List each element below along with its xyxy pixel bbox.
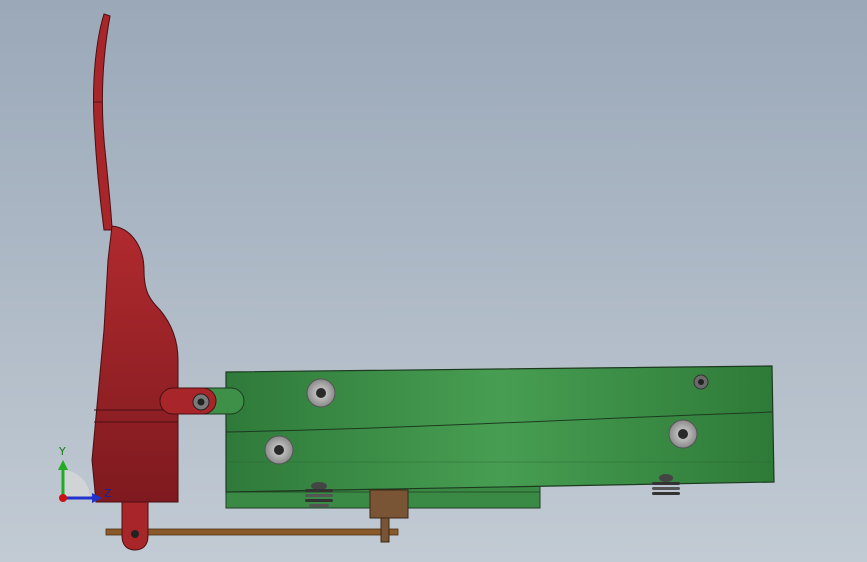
housing-bolt[interactable]: [306, 378, 336, 408]
rod[interactable]: [105, 528, 399, 536]
y-axis-label: Y: [58, 445, 66, 458]
housing-bolt-small[interactable]: [693, 374, 709, 390]
z-axis-label: Z: [104, 487, 112, 500]
housing-bolt[interactable]: [668, 419, 698, 449]
cad-viewport[interactable]: Y Z: [0, 0, 867, 562]
cad-canvas[interactable]: Y Z: [0, 0, 867, 562]
triad-origin: [59, 494, 67, 502]
housing-bolt[interactable]: [264, 435, 294, 465]
